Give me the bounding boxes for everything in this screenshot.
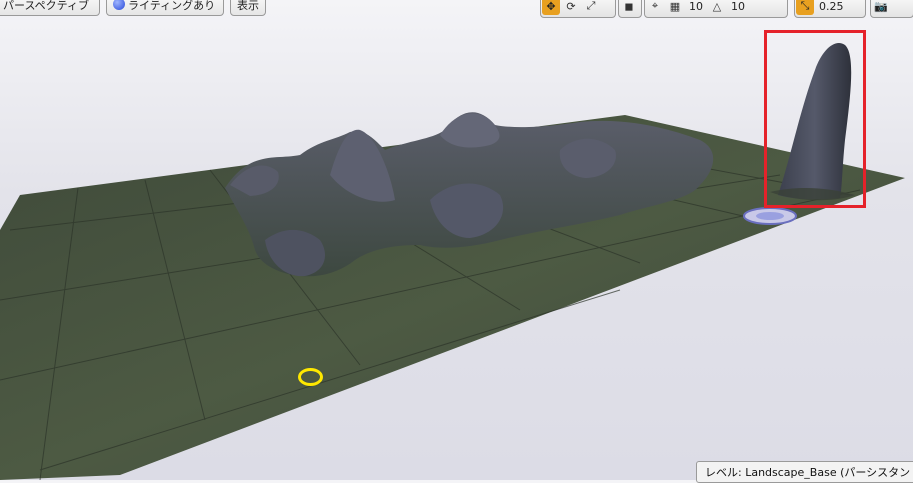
grid-icon[interactable]: ▦ [666,0,684,15]
highlight-box [764,30,866,208]
snap-tools[interactable]: ⌖ ▦ 10 △ 10 [644,0,788,18]
scale-icon[interactable]: ⤢ [582,0,600,15]
perspective-label: パースペクティブ [3,0,90,12]
camera-speed-icon[interactable]: 📷 [872,0,890,15]
scale-snap-value[interactable]: 0.25 [815,0,848,13]
transform-tools[interactable]: ✥ ⟳ ⤢ [540,0,616,18]
level-status-text: レベル: Landscape_Base (パーシスタン [705,466,911,479]
scale-snap-tools[interactable]: ⤡ 0.25 [794,0,866,18]
world-local-toggle[interactable]: ◼ [618,0,642,18]
lighting-icon [113,0,125,10]
camera-speed-tools[interactable]: 📷 [870,0,913,18]
lighting-label: ライティングあり [128,0,216,12]
surface-snap-icon[interactable]: ⌖ [646,0,664,15]
show-label: 表示 [237,0,259,12]
world-local-icon[interactable]: ◼ [620,0,638,15]
rotate-icon[interactable]: ⟳ [562,0,580,15]
translate-icon[interactable]: ✥ [542,0,560,15]
show-button[interactable]: 表示 [230,0,266,16]
perspective-button[interactable]: パースペクティブ [0,0,100,16]
grid-snap-value[interactable]: 10 [685,0,707,13]
rotation-icon[interactable]: △ [708,0,726,15]
rotation-snap-value[interactable]: 10 [727,0,749,13]
lighting-button[interactable]: ライティングあり [106,0,224,16]
scale-snap-icon[interactable]: ⤡ [796,0,814,15]
marker-ring [298,368,323,386]
